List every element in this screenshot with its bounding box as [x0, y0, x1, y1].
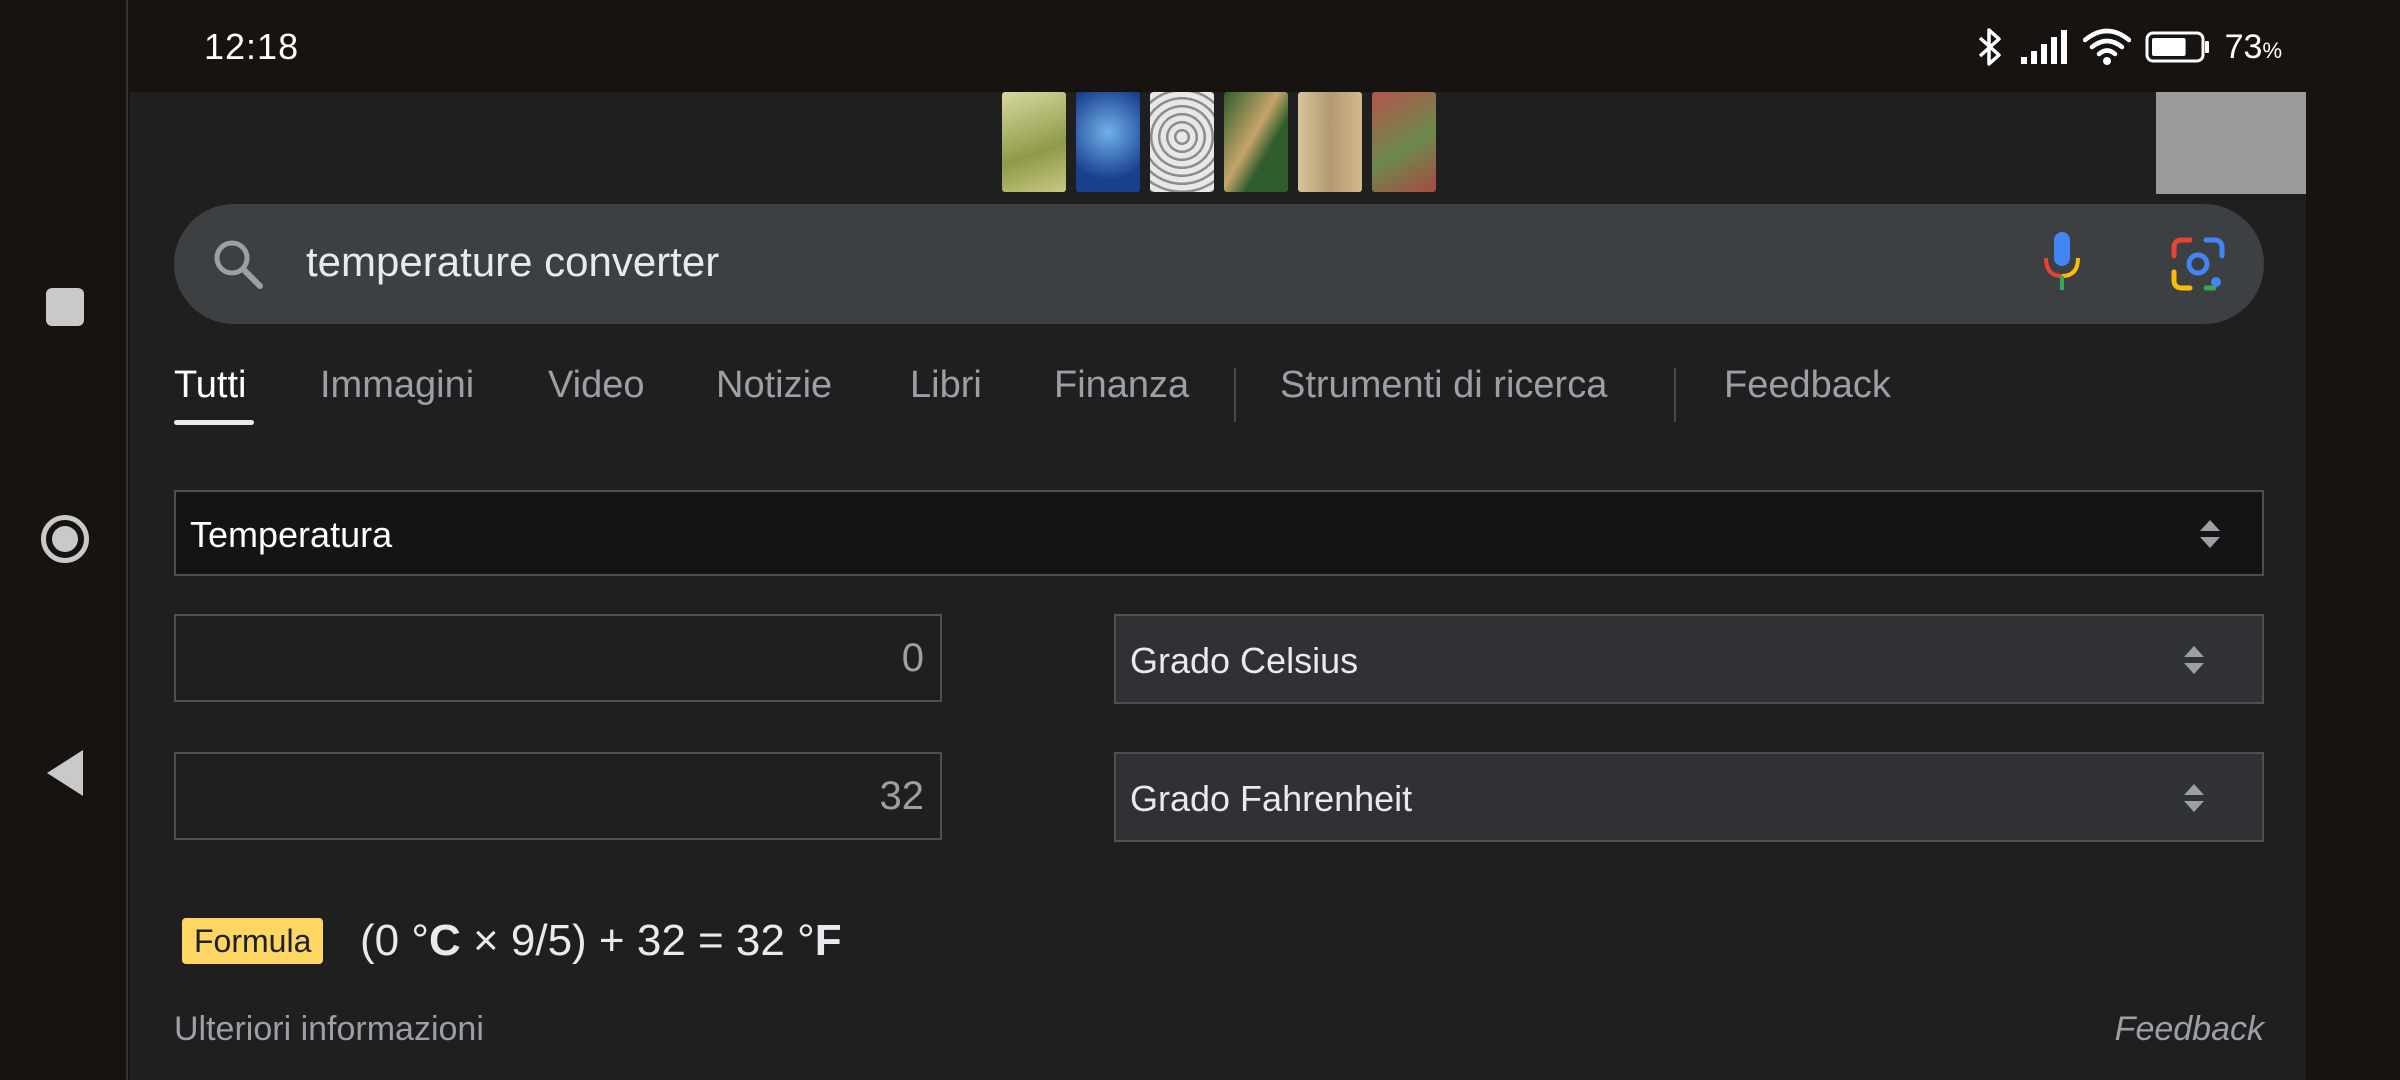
- doodle-tile: [1150, 92, 1214, 192]
- tab-divider: [1674, 368, 1676, 422]
- formula-part: (0 °: [360, 916, 429, 965]
- bluetooth-icon: [1978, 28, 2001, 66]
- tab-finanza[interactable]: Finanza: [1054, 364, 1189, 407]
- formula-unit: F: [814, 916, 842, 965]
- google-lens-icon[interactable]: [2170, 236, 2226, 292]
- tab-feedback[interactable]: Feedback: [1724, 364, 1891, 407]
- back-triangle-icon: [47, 750, 83, 796]
- formula-badge: Formula: [182, 918, 324, 964]
- from-value: 0: [901, 636, 924, 680]
- search-input[interactable]: temperature converter: [306, 238, 719, 286]
- select-arrows-icon: [2184, 646, 2204, 674]
- search-icon[interactable]: [210, 236, 266, 292]
- from-unit-value: Grado Celsius: [1130, 640, 1359, 681]
- tab-tutti[interactable]: Tutti: [174, 364, 254, 425]
- clock: 12:18: [204, 26, 300, 67]
- tab-notizie[interactable]: Notizie: [716, 364, 832, 407]
- status-bar: 12:18 73%: [130, 0, 2306, 92]
- battery-icon: [2145, 31, 2209, 63]
- search-results-page: temperature converter Tutti Immagini Vid…: [130, 92, 2306, 1080]
- to-value: 32: [879, 774, 925, 818]
- doodle-tile: [1002, 92, 1066, 192]
- home-button[interactable]: [34, 508, 96, 570]
- doodle-tile: [1076, 92, 1140, 192]
- tab-divider: [1234, 368, 1236, 422]
- battery-percent-symbol: %: [2262, 37, 2282, 63]
- category-select-value: Temperatura: [190, 514, 393, 555]
- select-arrows-icon: [2200, 520, 2220, 548]
- wifi-icon: [2082, 28, 2131, 65]
- microphone-icon[interactable]: [2040, 230, 2084, 294]
- formula-part: × 9/5) + 32 = 32 °: [460, 916, 815, 965]
- search-tabs: Tutti Immagini Video Notizie Libri Finan…: [174, 364, 2274, 444]
- doodle-tile: [1224, 92, 1288, 192]
- tab-libri[interactable]: Libri: [910, 364, 982, 407]
- tab-label: Tutti: [174, 364, 247, 406]
- formula-unit: C: [428, 916, 461, 965]
- category-select[interactable]: Temperatura: [174, 490, 2264, 576]
- formula-text: (0 °C × 9/5) + 32 = 32 °F: [360, 916, 842, 966]
- to-unit-value: Grado Fahrenheit: [1130, 778, 1413, 819]
- google-doodle[interactable]: [1002, 92, 1436, 192]
- doodle-tile: [1298, 92, 1362, 192]
- back-button[interactable]: [34, 742, 96, 804]
- search-bar[interactable]: temperature converter: [174, 204, 2264, 324]
- navigation-rail: [0, 0, 128, 1080]
- tab-strumenti-di-ricerca[interactable]: Strumenti di ricerca: [1280, 364, 1607, 407]
- active-tab-indicator: [174, 420, 254, 425]
- tab-video[interactable]: Video: [548, 364, 645, 407]
- screen-edge: [2306, 0, 2400, 1080]
- account-avatar[interactable]: [2156, 92, 2306, 194]
- feedback-link[interactable]: Feedback: [2115, 1010, 2264, 1049]
- from-value-input[interactable]: 0: [174, 614, 942, 702]
- more-info-link[interactable]: Ulteriori informazioni: [174, 1010, 484, 1049]
- to-unit-select[interactable]: Grado Fahrenheit: [1114, 752, 2264, 842]
- doodle-tile: [1372, 92, 1436, 192]
- square-icon: [46, 288, 84, 326]
- recent-apps-button[interactable]: [34, 276, 96, 338]
- signal-icon: [2020, 30, 2067, 64]
- select-arrows-icon: [2184, 784, 2204, 812]
- from-unit-select[interactable]: Grado Celsius: [1114, 614, 2264, 704]
- tab-immagini[interactable]: Immagini: [320, 364, 474, 407]
- battery-percent: 73: [2224, 27, 2263, 66]
- home-circle-icon: [41, 515, 89, 563]
- to-value-input[interactable]: 32: [174, 752, 942, 840]
